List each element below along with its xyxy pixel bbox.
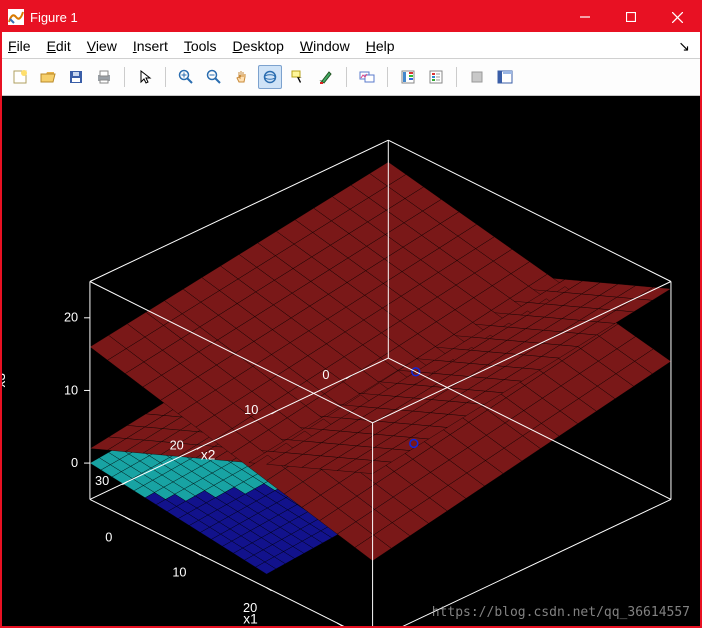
axis-label-y: x2 bbox=[201, 447, 216, 462]
insert-legend-button[interactable] bbox=[424, 65, 448, 89]
app-icon bbox=[8, 9, 24, 25]
dock-icon[interactable]: ↘ bbox=[678, 38, 694, 55]
zoom-in-button[interactable] bbox=[174, 65, 198, 89]
menu-bar: File Edit View Insert Tools Desktop Window Help… bbox=[2, 32, 700, 59]
window-title: Figure 1 bbox=[30, 10, 562, 25]
menu-desktop[interactable]: Desktop bbox=[233, 38, 284, 54]
plot-canvas[interactable]: 0102001020300102030x3x2x1 https://blog.c… bbox=[2, 96, 700, 626]
close-button[interactable] bbox=[654, 2, 700, 32]
svg-text:10: 10 bbox=[244, 402, 258, 417]
menu-window[interactable]: Window bbox=[300, 38, 350, 54]
rotate3d-button[interactable] bbox=[258, 65, 282, 89]
maximize-button[interactable] bbox=[608, 2, 654, 32]
open-button[interactable] bbox=[36, 65, 60, 89]
save-button[interactable] bbox=[64, 65, 88, 89]
pan-button[interactable] bbox=[230, 65, 254, 89]
svg-text:30: 30 bbox=[95, 473, 109, 488]
svg-text:20: 20 bbox=[170, 438, 184, 453]
menu-insert[interactable]: Insert bbox=[133, 38, 168, 54]
axis-label-z: x3 bbox=[2, 373, 8, 388]
link-plot-button[interactable] bbox=[355, 65, 379, 89]
axis-label-x: x1 bbox=[243, 611, 258, 626]
data-cursor-button[interactable] bbox=[286, 65, 310, 89]
toolbar-separator bbox=[346, 67, 347, 87]
title-bar[interactable]: Figure 1 bbox=[2, 2, 700, 32]
menu-edit[interactable]: Edit bbox=[47, 38, 71, 54]
plot-svg: 0102001020300102030x3x2x1 bbox=[2, 96, 700, 626]
svg-text:20: 20 bbox=[64, 310, 78, 325]
figure-window: Figure 1 File Edit View Insert Tools Desktop W… bbox=[0, 0, 702, 628]
menu-help[interactable]: Help bbox=[366, 38, 395, 54]
pointer-button[interactable] bbox=[133, 65, 157, 89]
svg-text:10: 10 bbox=[64, 382, 78, 397]
menu-view[interactable]: View bbox=[87, 38, 117, 54]
brush-button[interactable] bbox=[314, 65, 338, 89]
window-controls bbox=[562, 2, 700, 32]
svg-text:0: 0 bbox=[71, 455, 78, 470]
watermark-text: https://blog.csdn.net/qq_36614557 bbox=[432, 605, 690, 620]
svg-text:0: 0 bbox=[105, 529, 112, 544]
zoom-out-button[interactable] bbox=[202, 65, 226, 89]
print-button[interactable] bbox=[92, 65, 116, 89]
menu-tools[interactable]: Tools bbox=[184, 38, 217, 54]
toolbar-separator bbox=[124, 67, 125, 87]
toolbar bbox=[2, 59, 700, 96]
svg-text:10: 10 bbox=[172, 565, 186, 580]
svg-text:0: 0 bbox=[322, 367, 329, 382]
toolbar-separator bbox=[456, 67, 457, 87]
minimize-button[interactable] bbox=[562, 2, 608, 32]
menu-file[interactable]: File bbox=[8, 38, 31, 54]
hide-plot-button[interactable] bbox=[465, 65, 489, 89]
toolbar-separator bbox=[387, 67, 388, 87]
show-plot-tools-button[interactable] bbox=[493, 65, 517, 89]
new-figure-button[interactable] bbox=[8, 65, 32, 89]
insert-colorbar-button[interactable] bbox=[396, 65, 420, 89]
toolbar-separator bbox=[165, 67, 166, 87]
